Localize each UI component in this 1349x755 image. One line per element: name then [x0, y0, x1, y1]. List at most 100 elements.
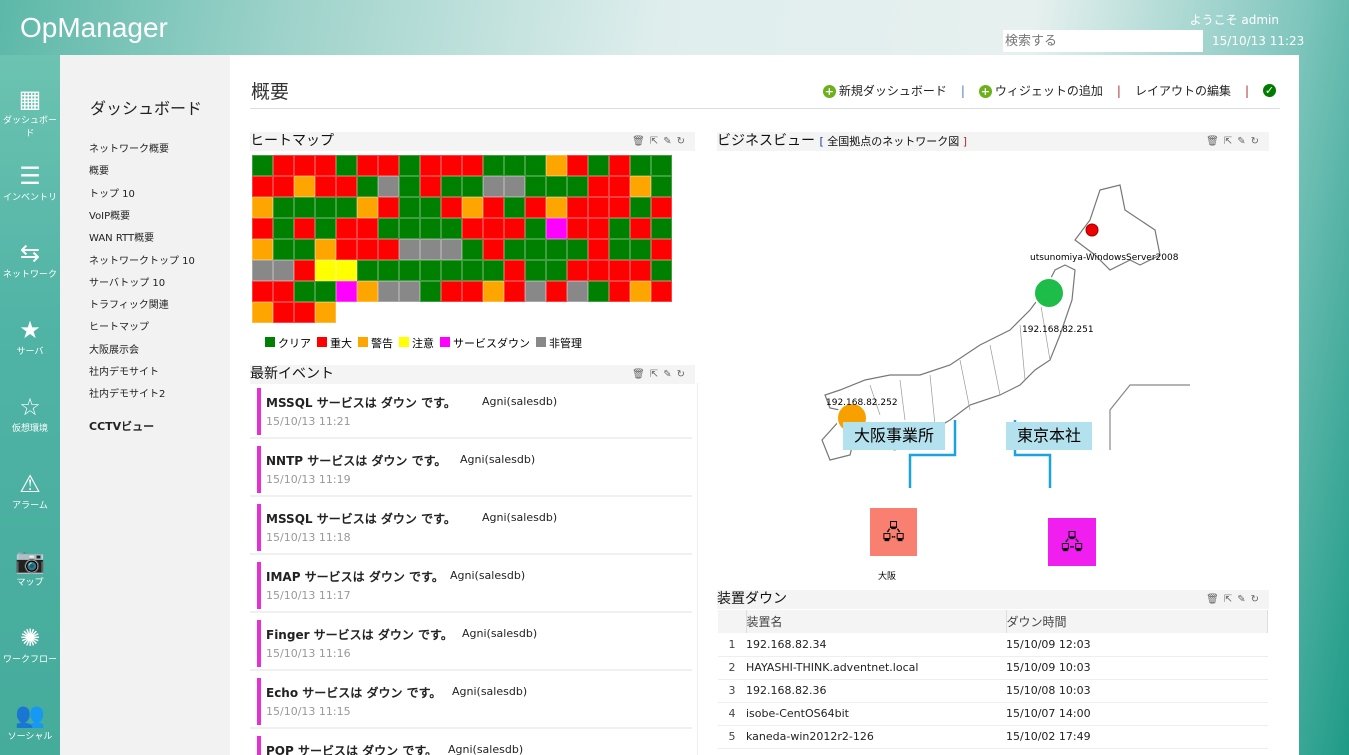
heatmap-cell[interactable]	[483, 281, 504, 302]
heatmap-cell[interactable]	[546, 197, 567, 218]
heatmap-cell[interactable]	[651, 239, 672, 260]
heatmap-cell[interactable]	[567, 197, 588, 218]
heatmap-cell[interactable]	[609, 155, 630, 176]
heatmap-cell[interactable]	[441, 155, 462, 176]
heatmap-cell[interactable]	[336, 176, 357, 197]
heatmap-cell[interactable]	[588, 176, 609, 197]
heatmap-cell[interactable]	[294, 218, 315, 239]
heatmap-cell[interactable]	[546, 176, 567, 197]
col-device-name[interactable]: 装置名	[746, 610, 1007, 633]
rail-item-7[interactable]: ✺ ワークフロー	[0, 624, 60, 665]
add-widget-button[interactable]: + ウィジェットの追加	[978, 82, 1103, 99]
table-row[interactable]: 1 192.168.82.34 15/10/09 12:03	[718, 633, 1268, 657]
heatmap-cell[interactable]	[630, 197, 651, 218]
heatmap-cell[interactable]	[546, 281, 567, 302]
heatmap-cell[interactable]	[378, 197, 399, 218]
heatmap-cell[interactable]	[651, 281, 672, 302]
heatmap-cell[interactable]	[399, 197, 420, 218]
heatmap-cell[interactable]	[315, 197, 336, 218]
heatmap-cell[interactable]	[651, 218, 672, 239]
event-source[interactable]: Agni(salesdb)	[482, 511, 557, 524]
heatmap-cell[interactable]	[567, 239, 588, 260]
heatmap-cell[interactable]	[315, 239, 336, 260]
heatmap-cell[interactable]	[567, 218, 588, 239]
heatmap-cell[interactable]	[273, 155, 294, 176]
event-item[interactable]: IMAP サービスは ダウン です。 Agni(salesdb) 15/10/13 …	[250, 557, 692, 613]
event-source[interactable]: Agni(salesdb)	[450, 569, 525, 582]
heatmap-cell[interactable]	[462, 239, 483, 260]
heatmap-cell[interactable]	[441, 260, 462, 281]
heatmap-cell[interactable]	[588, 281, 609, 302]
heatmap-cell[interactable]	[357, 176, 378, 197]
heatmap-cell[interactable]	[588, 197, 609, 218]
heatmap-cell[interactable]	[504, 260, 525, 281]
heatmap-cell[interactable]	[441, 239, 462, 260]
heatmap-cell[interactable]	[525, 239, 546, 260]
event-source[interactable]: Agni(salesdb)	[462, 627, 537, 640]
heatmap-cell[interactable]	[357, 281, 378, 302]
osaka-group-icon[interactable]: 🖧	[870, 508, 917, 556]
heatmap-cell[interactable]	[609, 260, 630, 281]
heatmap-cell[interactable]	[462, 260, 483, 281]
heatmap-cell[interactable]	[273, 239, 294, 260]
widget-tools[interactable]: 🗑⇱✎↻	[632, 365, 690, 384]
heatmap-cell[interactable]	[357, 197, 378, 218]
heatmap-cell[interactable]	[294, 155, 315, 176]
submenu-item[interactable]: トップ 10	[89, 185, 135, 200]
device-name[interactable]: isobe-CentOS64bit	[746, 702, 1006, 726]
heatmap-cell[interactable]	[252, 155, 273, 176]
heatmap-cell[interactable]	[651, 197, 672, 218]
heatmap-cell[interactable]	[462, 197, 483, 218]
heatmap-cell[interactable]	[273, 281, 294, 302]
heatmap-cell[interactable]	[630, 239, 651, 260]
heatmap-cell[interactable]	[273, 302, 294, 323]
heatmap-cell[interactable]	[630, 218, 651, 239]
node-north-status[interactable]	[1085, 223, 1099, 237]
widget-tools[interactable]: 🗑⇱✎↻	[1206, 132, 1264, 151]
heatmap-cell[interactable]	[462, 281, 483, 302]
heatmap-cell[interactable]	[399, 281, 420, 302]
tokyo-hq-label[interactable]: 東京本社	[1006, 422, 1092, 450]
heatmap-cell[interactable]	[609, 239, 630, 260]
heatmap-cell[interactable]	[630, 176, 651, 197]
heatmap-cell[interactable]	[546, 260, 567, 281]
heatmap-cell[interactable]	[252, 239, 273, 260]
heatmap-cell[interactable]	[525, 176, 546, 197]
submenu-item[interactable]: ネットワーク概要	[89, 140, 169, 155]
heatmap-cell[interactable]	[357, 155, 378, 176]
heatmap-cell[interactable]	[588, 218, 609, 239]
heatmap-cell[interactable]	[378, 281, 399, 302]
heatmap-cell[interactable]	[441, 176, 462, 197]
heatmap-cell[interactable]	[525, 281, 546, 302]
heatmap-cell[interactable]	[441, 281, 462, 302]
heatmap-cell[interactable]	[378, 239, 399, 260]
submenu-item[interactable]: サーバトップ 10	[89, 274, 165, 289]
submenu-item[interactable]: ヒートマップ	[89, 318, 149, 333]
submenu-item[interactable]: VoIP概要	[89, 207, 130, 222]
table-row[interactable]: 5 kaneda-win2012r2-126 15/10/02 17:49	[718, 725, 1268, 749]
event-item[interactable]: MSSQL サービスは ダウン です。 Agni(salesdb) 15/10/13…	[250, 499, 692, 555]
device-name[interactable]: 192.168.82.36	[746, 679, 1006, 703]
heatmap-cell[interactable]	[252, 197, 273, 218]
device-name[interactable]: HAYASHI-THINK.adventnet.local	[746, 656, 1006, 680]
rail-item-1[interactable]: ☰ インベントリ	[0, 162, 60, 203]
heatmap-cell[interactable]	[462, 155, 483, 176]
heatmap-cell[interactable]	[315, 218, 336, 239]
heatmap-cell[interactable]	[525, 260, 546, 281]
heatmap-cell[interactable]	[483, 260, 504, 281]
heatmap-cell[interactable]	[273, 260, 294, 281]
event-item[interactable]: Finger サービスは ダウン です。 Agni(salesdb) 15/10/1…	[250, 615, 692, 671]
table-row[interactable]: 4 isobe-CentOS64bit 15/10/07 14:00	[718, 702, 1268, 726]
heatmap-cell[interactable]	[294, 260, 315, 281]
heatmap-cell[interactable]	[336, 218, 357, 239]
heatmap-cell[interactable]	[294, 239, 315, 260]
heatmap-cell[interactable]	[651, 260, 672, 281]
heatmap-cell[interactable]	[378, 218, 399, 239]
heatmap-cell[interactable]	[252, 281, 273, 302]
rail-item-0[interactable]: ▦ ダッシュボード	[0, 85, 60, 139]
heatmap-cell[interactable]	[357, 239, 378, 260]
device-name[interactable]: 192.168.82.34	[746, 633, 1006, 657]
heatmap-cell[interactable]	[441, 197, 462, 218]
heatmap-cell[interactable]	[609, 197, 630, 218]
heatmap-cell[interactable]	[315, 281, 336, 302]
